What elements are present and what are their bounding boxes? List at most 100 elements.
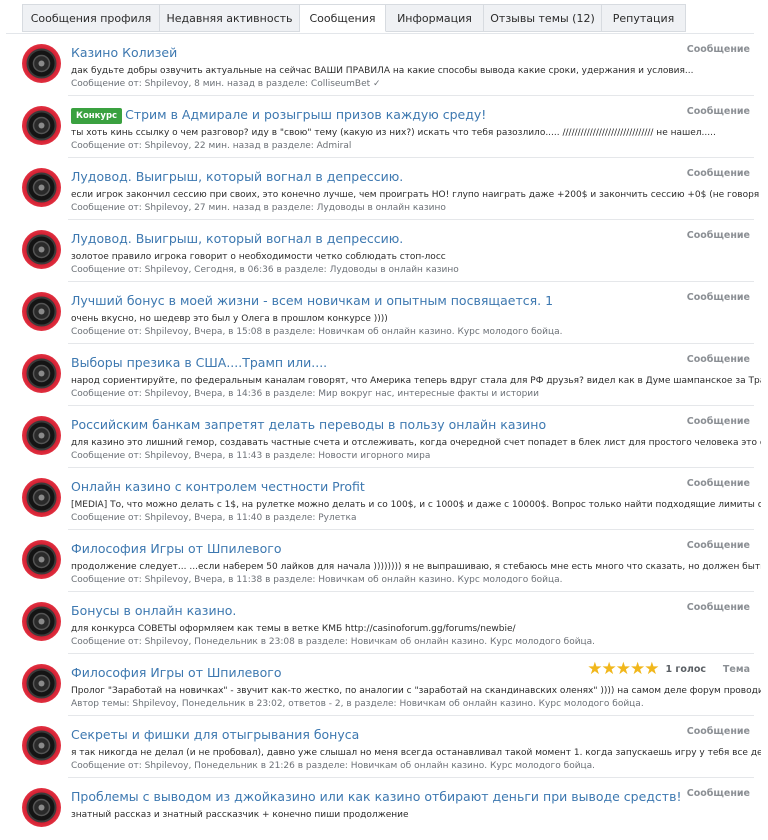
item-title-text[interactable]: Российским банкам запретят делать перево… <box>71 417 546 432</box>
thread-prefix-badge: Конкурс <box>71 108 123 124</box>
item-meta: Сообщение от: Shpilevoy, Вчера, в 14:36 … <box>71 389 539 399</box>
item-title-text[interactable]: Лудовод. Выигрыш, который вогнал в депре… <box>71 169 403 184</box>
avatar[interactable] <box>22 478 61 517</box>
item-meta: Автор темы: Shpilevoy, Понедельник в 23:… <box>71 699 644 709</box>
list-item: Российским банкам запретят делать перево… <box>6 406 761 468</box>
item-title-link[interactable]: Проблемы с выводом из джойказино или как… <box>71 789 681 804</box>
item-snippet: Пролог "Заработай на новичках" - звучит … <box>71 686 761 696</box>
item-title-text[interactable]: Проблемы с выводом из джойказино или как… <box>71 789 681 804</box>
list-item: Философия Игры от Шпилевого продолжение с… <box>6 530 761 592</box>
item-meta: Сообщение от: Shpilevoy, Вчера, в 11:38 … <box>71 575 563 585</box>
item-meta: Сообщение от: Shpilevoy, Вчера, в 11:40 … <box>71 513 357 523</box>
item-title-link[interactable]: Лудовод. Выигрыш, который вогнал в депре… <box>71 231 403 246</box>
item-snippet: очень вкусно, но шедевр это был у Олега … <box>71 314 388 324</box>
item-title-text[interactable]: Философия Игры от Шпилевого <box>71 665 282 680</box>
tab-3[interactable]: Информация <box>386 4 484 32</box>
avatar[interactable] <box>22 540 61 579</box>
item-type-label: Сообщение <box>686 230 750 241</box>
item-title-text[interactable]: Казино Колизей <box>71 45 177 60</box>
item-type-label: Сообщение <box>686 354 750 365</box>
item-snippet: для конкурса СОВЕТЫ оформляем как темы в… <box>71 624 516 634</box>
item-type-label: Сообщение <box>686 292 750 303</box>
item-title-link[interactable]: Выборы презика в США....Трамп или.... <box>71 355 327 370</box>
avatar[interactable] <box>22 602 61 641</box>
list-item: Секреты и фишки для отыгрывания бонуса я … <box>6 716 761 778</box>
tab-1[interactable]: Недавняя активность <box>160 4 300 32</box>
star-rating-icon: ★★★★★ <box>587 659 659 679</box>
item-meta: Сообщение от: Shpilevoy, Понедельник в 2… <box>71 637 596 647</box>
item-type-label: Сообщение <box>686 478 750 489</box>
avatar[interactable] <box>22 106 61 145</box>
item-snippet: знатный рассказ и знатный рассказчик + к… <box>71 810 409 820</box>
activity-list: Казино Колизей дак будьте добры озвучить … <box>6 34 761 840</box>
item-title-link[interactable]: Казино Колизей <box>71 45 177 60</box>
item-meta: Сообщение от: Shpilevoy, 22 мин. назад в… <box>71 141 352 151</box>
list-item: Проблемы с выводом из джойказино или как… <box>6 778 754 840</box>
item-title-link[interactable]: Онлайн казино с контролем честности Prof… <box>71 479 365 494</box>
item-snippet: дак будьте добры озвучить актуальные на … <box>71 66 694 76</box>
item-type-label: Тема <box>722 664 750 675</box>
item-title-text[interactable]: Бонусы в онлайн казино. <box>71 603 236 618</box>
item-snippet: [MEDIA] То, что можно делать с 1$, на ру… <box>71 500 761 510</box>
list-item: Онлайн казино с контролем честности Prof… <box>6 468 761 530</box>
item-type-label: Сообщение <box>686 416 750 427</box>
list-item: Конкурс Стрим в Адмирале и розыгрыш призо… <box>6 96 754 158</box>
item-title-link[interactable]: Секреты и фишки для отыгрывания бонуса <box>71 727 359 742</box>
item-meta: Сообщение от: Shpilevoy, Вчера, в 11:43 … <box>71 451 431 461</box>
item-title-link[interactable]: Философия Игры от Шпилевого <box>71 665 282 680</box>
avatar[interactable] <box>22 354 61 393</box>
item-title-text[interactable]: Выборы презика в США....Трамп или.... <box>71 355 327 370</box>
list-item: Лудовод. Выигрыш, который вогнал в депре… <box>6 220 754 282</box>
avatar[interactable] <box>22 416 61 455</box>
item-title-link[interactable]: Лудовод. Выигрыш, который вогнал в депре… <box>71 169 403 184</box>
tab-0[interactable]: Сообщения профиля <box>22 4 160 32</box>
item-meta: Сообщение от: Shpilevoy, Понедельник в 2… <box>71 761 596 771</box>
item-title-text[interactable]: Философия Игры от Шпилевого <box>71 541 282 556</box>
item-meta: Сообщение от: Shpilevoy, 27 мин. назад в… <box>71 203 446 213</box>
item-title-text[interactable]: Лучший бонус в моей жизни - всем новичка… <box>71 293 553 308</box>
avatar[interactable] <box>22 168 61 207</box>
list-item: Выборы презика в США....Трамп или.... нар… <box>6 344 761 406</box>
item-title-text[interactable]: Лудовод. Выигрыш, который вогнал в депре… <box>71 231 403 246</box>
tab-2[interactable]: Сообщения <box>300 4 386 32</box>
item-meta: Сообщение от: Shpilevoy, Сегодня, в 06:3… <box>71 265 459 275</box>
avatar[interactable] <box>22 44 61 83</box>
item-title-link[interactable]: Конкурс Стрим в Адмирале и розыгрыш призо… <box>71 107 486 124</box>
item-title-link[interactable]: Бонусы в онлайн казино. <box>71 603 236 618</box>
item-title-text[interactable]: Секреты и фишки для отыгрывания бонуса <box>71 727 359 742</box>
item-meta: Сообщение от: Shpilevoy, Вчера, в 15:08 … <box>71 327 563 337</box>
tab-4[interactable]: Отзывы темы (12) <box>484 4 602 32</box>
list-item: Лудовод. Выигрыш, который вогнал в депре… <box>6 158 761 220</box>
avatar[interactable] <box>22 292 61 331</box>
item-snippet: для казино это лишний гемор, создавать ч… <box>71 438 761 448</box>
item-title-link[interactable]: Философия Игры от Шпилевого <box>71 541 282 556</box>
avatar[interactable] <box>22 664 61 703</box>
item-snippet: народ сориентируйте, по федеральным кана… <box>71 376 761 386</box>
item-type-label: Сообщение <box>686 602 750 613</box>
list-item: Лучший бонус в моей жизни - всем новичка… <box>6 282 754 344</box>
item-type-label: Сообщение <box>686 106 750 117</box>
item-title-text[interactable]: Стрим в Адмирале и розыгрыш призов кажду… <box>125 107 486 122</box>
item-type-label: Сообщение <box>686 168 750 179</box>
item-meta: Сообщение от: Shpilevoy, 8 мин. назад в … <box>71 79 381 89</box>
item-snippet: если игрок закончил сессию при своих, эт… <box>71 190 761 200</box>
avatar[interactable] <box>22 726 61 765</box>
avatar[interactable] <box>22 788 61 827</box>
avatar[interactable] <box>22 230 61 269</box>
rating-block: ★★★★★ 1 голос <box>587 661 706 678</box>
item-type-label: Сообщение <box>686 44 750 55</box>
list-item: Бонусы в онлайн казино. для конкурса СОВЕ… <box>6 592 754 654</box>
item-type-label: Сообщение <box>686 540 750 551</box>
item-title-link[interactable]: Лучший бонус в моей жизни - всем новичка… <box>71 293 553 308</box>
tab-5[interactable]: Репутация <box>602 4 686 32</box>
item-title-link[interactable]: Российским банкам запретят делать перево… <box>71 417 546 432</box>
item-snippet: я так никогда не делал (и не пробовал), … <box>71 748 761 758</box>
list-item: Казино Колизей дак будьте добры озвучить … <box>6 34 754 96</box>
rating-votes: 1 голос <box>665 664 706 675</box>
item-snippet: ты хоть кинь ссылку о чем разговор? иду … <box>71 128 716 138</box>
item-snippet: золотое правило игрока говорит о необход… <box>71 252 446 262</box>
profile-tabs: Сообщения профиля Недавняя активность Сооб… <box>22 4 686 32</box>
item-type-label: Сообщение <box>686 726 750 737</box>
item-title-text[interactable]: Онлайн казино с контролем честности Prof… <box>71 479 365 494</box>
item-type-label: Сообщение <box>686 788 750 799</box>
